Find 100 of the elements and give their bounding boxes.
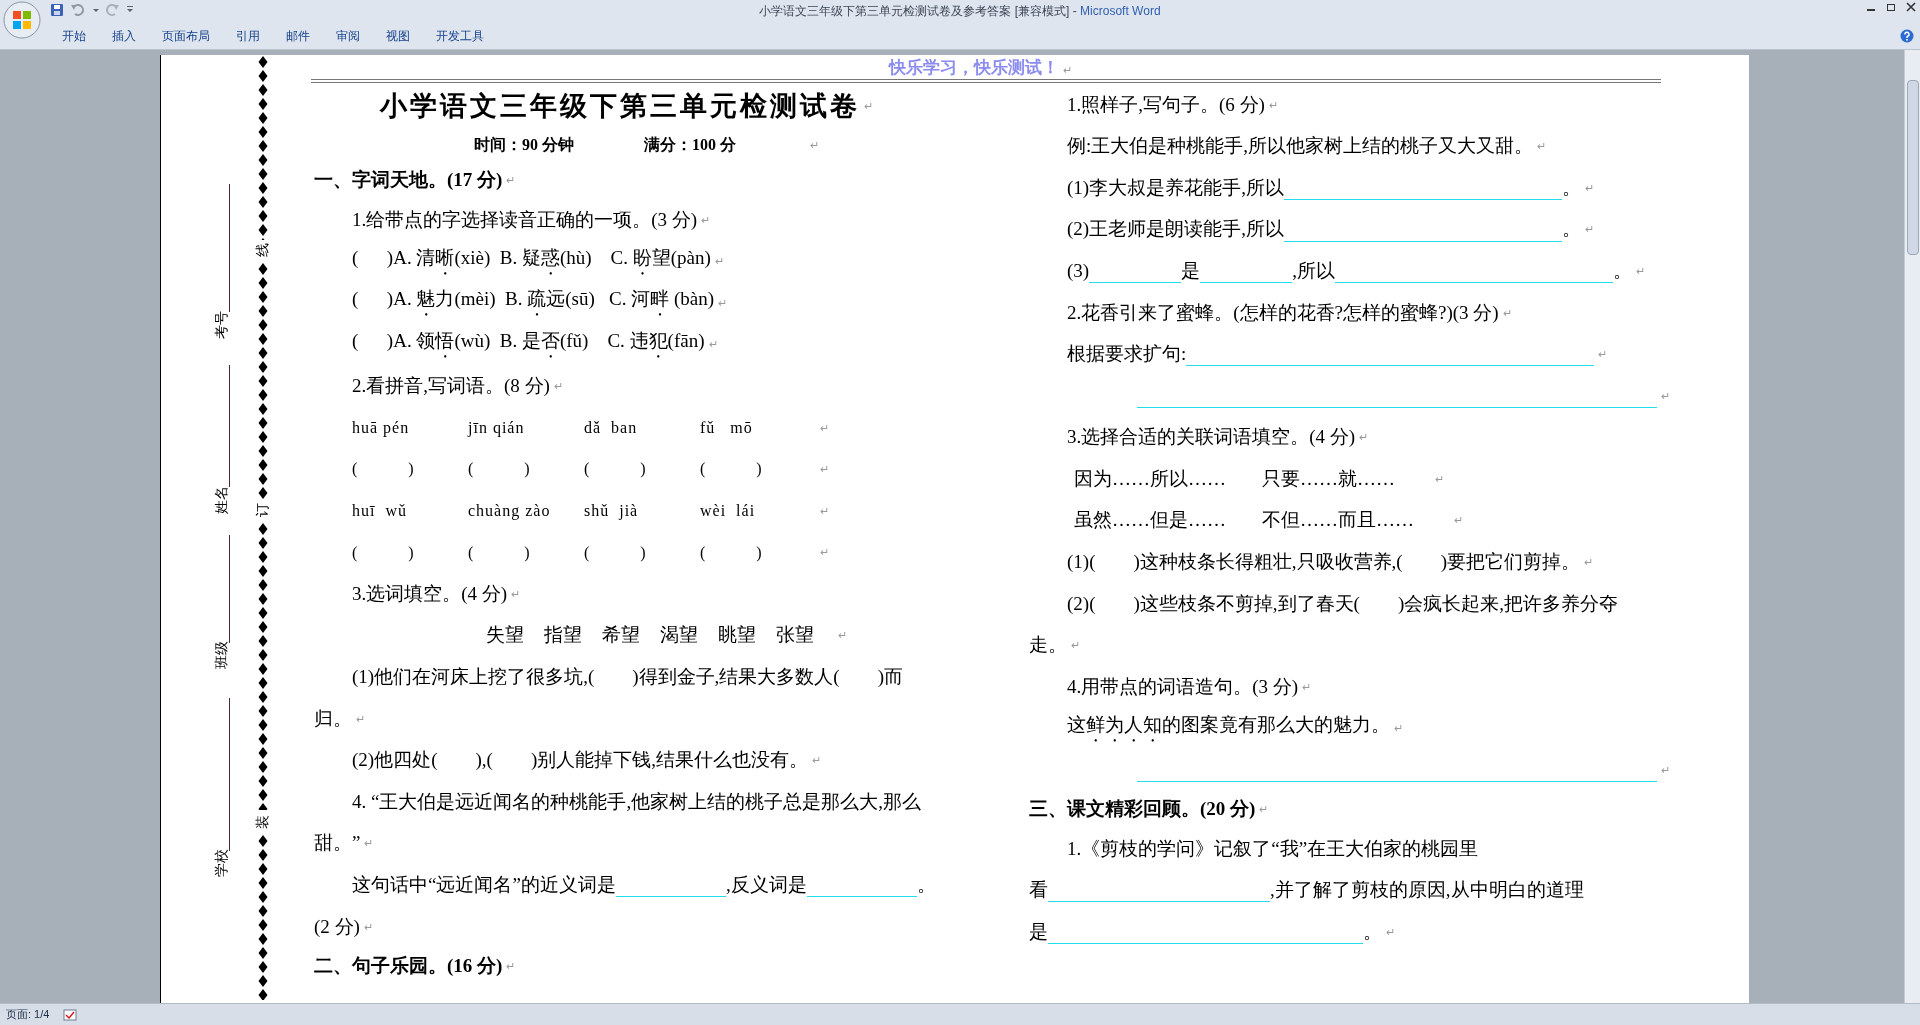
paragraph-mark: ↵ xyxy=(506,958,516,974)
question-text: 1.照样子,写句子。(6 分) xyxy=(1067,92,1265,117)
paragraph-mark: ↵ xyxy=(1661,763,1670,779)
question-text: 。 xyxy=(916,873,936,898)
question-text: (1)( )这种枝条长得粗壮,只吸收营养,( )要把它们剪掉。 xyxy=(1067,550,1580,575)
answer-item: chuàng zào xyxy=(468,501,551,519)
answer-item: dǎ ban xyxy=(584,418,638,436)
word-choice: 不但……而且…… xyxy=(1262,508,1414,533)
paragraph-mark: ↵ xyxy=(1584,180,1594,196)
ribbon-tab[interactable]: 页面布局 xyxy=(152,24,220,47)
question-text: 这鲜为人知的图案竟有那么大的魅力。 xyxy=(1067,713,1390,738)
paragraph-mark: ↵ xyxy=(708,337,718,353)
paragraph-mark: ↵ xyxy=(1071,638,1080,654)
question-text: 1.给带点的字选择读音正确的一项。(3 分) xyxy=(352,207,698,232)
paragraph-mark: ↵ xyxy=(838,628,847,644)
ribbon-tab[interactable]: 插入 xyxy=(102,24,146,47)
answer-item: ( ) xyxy=(584,460,647,478)
question-text: (1)李大叔是养花能手,所以 xyxy=(1067,175,1284,200)
question-text: ,所以 xyxy=(1292,258,1335,283)
question-text: 3.选词填空。(4 分) xyxy=(352,581,508,606)
question-text: 2.花香引来了蜜蜂。(怎样的花香?怎样的蜜蜂?)(3 分) xyxy=(1067,300,1499,325)
question-text: 1.《剪枝的学问》记叙了“我”在王大伯家的桃园里 xyxy=(1067,836,1479,861)
question-text: 是 xyxy=(1181,258,1201,283)
section-heading: 三、课文精彩回顾。(20 分) xyxy=(1029,797,1256,822)
answer-item: ( ) xyxy=(700,460,763,478)
answer-item: ( ) xyxy=(352,543,415,561)
paragraph-mark: ↵ xyxy=(553,378,563,394)
word-choice: 虽然……但是…… xyxy=(1074,508,1226,533)
question-text: ( )A. 魅力(mèi) B. 疏远(sū) C. 河畔 (bàn) xyxy=(352,287,715,312)
answer-item: ( ) xyxy=(700,543,763,561)
scrollbar[interactable] xyxy=(1904,50,1920,1003)
paragraph-mark: ↵ xyxy=(1598,347,1608,363)
question-text: 3.选择合适的关联词语填空。(4 分) xyxy=(1067,425,1356,450)
question-text: 甜。” xyxy=(314,831,361,856)
paragraph-mark: ↵ xyxy=(820,462,829,478)
paragraph-mark: ↵ xyxy=(356,711,365,727)
paragraph-mark: ↵ xyxy=(363,919,373,935)
save-icon[interactable] xyxy=(50,3,64,17)
paragraph-mark: ↵ xyxy=(1635,263,1645,279)
question-text: (2)( )这些枝条不剪掉,到了春天( )会疯长起来,把许多养分夺 xyxy=(1067,591,1618,616)
binding-mark: 装 xyxy=(256,815,270,829)
question-text: 是 xyxy=(1029,919,1048,944)
ribbon-tab[interactable]: 开发工具 xyxy=(426,24,494,47)
question-text: 。 xyxy=(1612,258,1632,283)
paragraph-mark: ↵ xyxy=(1661,388,1670,404)
maximize-icon[interactable] xyxy=(1886,2,1896,12)
close-icon[interactable] xyxy=(1906,2,1916,12)
word-choice: 只要……就…… xyxy=(1262,466,1395,491)
field-label: 姓名 xyxy=(215,486,229,514)
answer-item: wèi lái xyxy=(700,501,756,519)
field-label: 班级 xyxy=(215,641,229,669)
paragraph-mark: ↵ xyxy=(506,173,516,189)
paragraph-mark: ↵ xyxy=(1537,139,1547,155)
paragraph-mark: ↵ xyxy=(1268,97,1278,113)
answer-item: ( ) xyxy=(352,460,415,478)
answer-item: ( ) xyxy=(584,543,647,561)
question-text: 例:王大伯是种桃能手,所以他家树上结的桃子又大又甜。 xyxy=(1067,134,1534,159)
question-text: 走。 xyxy=(1029,633,1067,658)
paragraph-mark: ↵ xyxy=(511,586,521,602)
ribbon-tab[interactable]: 审阅 xyxy=(326,24,370,47)
binding-mark: 线 xyxy=(256,243,270,257)
answer-item: ( ) xyxy=(468,543,531,561)
paragraph-mark: ↵ xyxy=(1583,555,1593,571)
paragraph-mark: ↵ xyxy=(864,98,873,114)
exam-info: 满分：100 分 xyxy=(644,135,736,155)
exam-info: 时间：90 分钟 xyxy=(474,135,574,155)
paragraph-mark: ↵ xyxy=(718,295,728,311)
question-text: (1)他们在河床上挖了很多坑,( )得到金子,结果大多数人( )而 xyxy=(352,665,903,690)
ribbon-tab[interactable]: 引用 xyxy=(226,24,270,47)
question-text: 2.看拼音,写词语。(8 分) xyxy=(352,373,550,398)
question-text: ( )A. 领悟(wù) B. 是否(fǔ) C. 违犯(fān) xyxy=(352,329,705,354)
paragraph-mark: ↵ xyxy=(1435,471,1444,487)
question-text: ( )A. 清晰(xiè) B. 疑惑(hù) C. 盼望(pàn) xyxy=(352,245,711,270)
paragraph-mark: ↵ xyxy=(701,212,711,228)
section-heading: 一、字词天地。(17 分) xyxy=(314,168,503,193)
answer-item: shǔ jià xyxy=(584,501,639,519)
proofing-icon[interactable] xyxy=(63,1008,78,1021)
paragraph-mark: ↵ xyxy=(1062,62,1072,78)
paragraph-mark: ↵ xyxy=(811,753,821,769)
section-heading: 二、句子乐园。(16 分) xyxy=(314,953,503,978)
question-text: 根据要求扩句: xyxy=(1067,342,1187,367)
document-title: 小学语文三年级下第三单元检测试卷 xyxy=(380,89,860,123)
paragraph-mark: ↵ xyxy=(1359,430,1369,446)
scrollbar-thumb[interactable] xyxy=(1906,80,1919,255)
page-header: 快乐学习，快乐测试！ xyxy=(888,58,1059,78)
paragraph-mark: ↵ xyxy=(1584,222,1594,238)
question-text: 归。 xyxy=(314,706,352,731)
paragraph-mark: ↵ xyxy=(1454,513,1463,529)
ribbon-tab[interactable]: 开始 xyxy=(52,24,96,47)
question-text: 看 xyxy=(1029,878,1048,903)
ribbon-tab[interactable]: 视图 xyxy=(376,24,420,47)
question-text: (3) xyxy=(1067,258,1090,283)
question-text: (2 分) xyxy=(314,914,360,939)
question-text: (2)王老师是朗读能手,所以 xyxy=(1067,217,1284,242)
answer-item: fǔ mō xyxy=(700,418,753,436)
help-icon[interactable] xyxy=(1900,29,1914,43)
ribbon-tab[interactable]: 邮件 xyxy=(276,24,320,47)
page-indicator: 页面: 1/4 xyxy=(6,1007,50,1023)
question-text: 。 xyxy=(1561,217,1581,242)
field-label: 考号 xyxy=(215,311,229,339)
